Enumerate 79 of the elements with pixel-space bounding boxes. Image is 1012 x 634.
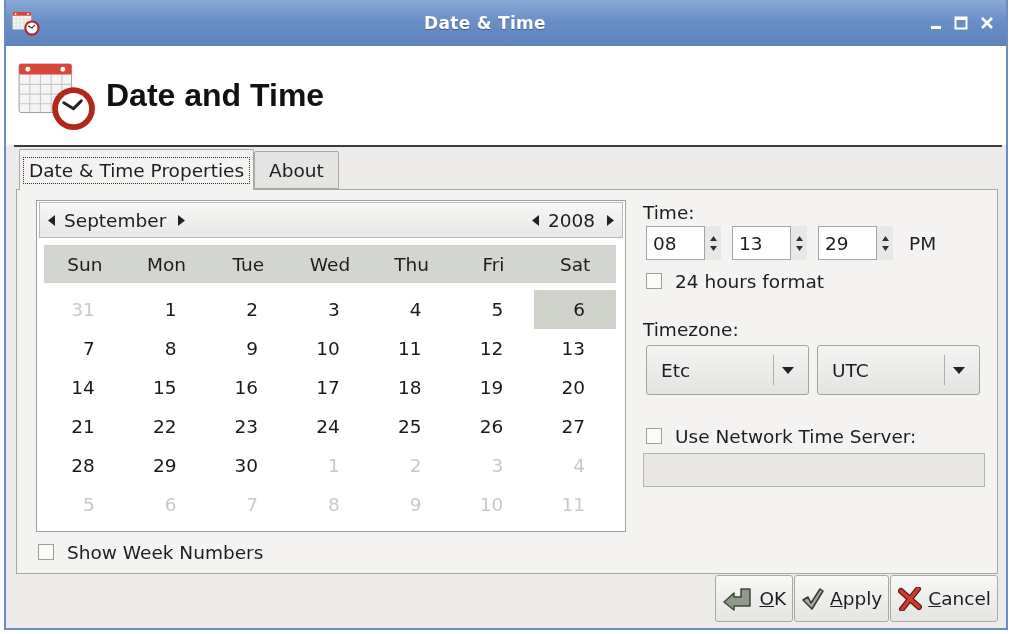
calendar-day[interactable]: 11 [370, 329, 453, 368]
dropdown-arrow-icon [782, 366, 794, 374]
left-arrow-icon[interactable] [48, 214, 55, 226]
calendar-day[interactable]: 5 [452, 290, 535, 329]
weekday-label: Sat [559, 253, 591, 275]
close-icon[interactable] [980, 16, 994, 30]
calendar-day[interactable]: 25 [370, 407, 453, 446]
up-down-arrows-icon [881, 234, 889, 252]
maximize-icon[interactable] [954, 16, 968, 30]
checkbox-label[interactable]: Show Week Numbers [67, 541, 264, 563]
calendar-day[interactable]: 24 [289, 407, 371, 446]
checkbox[interactable] [38, 544, 54, 560]
dropdown[interactable]: Etc [646, 345, 809, 395]
calendar-day[interactable]: 20 [534, 368, 616, 407]
calendar-day[interactable]: 4 [370, 290, 453, 329]
dropdown[interactable]: UTC [817, 345, 980, 395]
calendar-day[interactable]: 16 [207, 368, 290, 407]
calendar-day[interactable]: 7 [44, 329, 126, 368]
spin-field[interactable]: 08 [646, 226, 705, 260]
dialog-button[interactable]: Apply [794, 575, 890, 622]
calendar-day[interactable]: 12 [452, 329, 535, 368]
bent-arrow-icon [723, 586, 754, 611]
tab[interactable]: Date & Time Properties [19, 149, 255, 190]
tab[interactable]: About [254, 151, 339, 189]
window-title: Date & Time [424, 13, 546, 33]
calendar-day[interactable]: 22 [125, 407, 208, 446]
timezone-label: Timezone: [643, 319, 739, 341]
calendar-day[interactable]: 21 [44, 407, 126, 446]
calendar-day[interactable]: 2 [207, 290, 290, 329]
checkbox-label[interactable]: Use Network Time Server: [675, 425, 917, 447]
calendar-day[interactable]: 14 [44, 368, 126, 407]
calendar-clock-icon [12, 10, 40, 36]
calendar-day[interactable]: 13 [534, 329, 616, 368]
left-arrow-icon[interactable] [531, 214, 539, 226]
calendar-day[interactable]: 17 [289, 368, 371, 407]
up-down-arrows-icon [709, 234, 717, 252]
calendar-day[interactable]: 27 [534, 407, 616, 446]
up-down-arrows-icon [795, 234, 803, 252]
weekday-label: Mon [147, 253, 187, 275]
calendar-day[interactable]: 30 [207, 446, 290, 485]
calendar-day[interactable]: 29 [125, 446, 208, 485]
calendar-day[interactable]: 19 [452, 368, 535, 407]
right-arrow-icon[interactable] [607, 214, 614, 226]
calendar-clock-icon [18, 60, 96, 131]
dialog-button[interactable]: Cancel [890, 575, 998, 622]
header-title: Date and Time [106, 77, 325, 114]
calendar-day[interactable]: 3 [289, 290, 371, 329]
spin-field[interactable]: 29 [818, 226, 877, 260]
weekday-label: Wed [309, 253, 351, 275]
calendar-day[interactable]: 18 [370, 368, 453, 407]
dropdown-arrow-icon [953, 366, 965, 374]
calendar-day[interactable]: 26 [452, 407, 535, 446]
calendar-day[interactable]: 9 [207, 329, 290, 368]
cross-icon [898, 586, 923, 611]
weekday-label: Thu [394, 253, 430, 275]
spin-field[interactable]: 13 [732, 226, 791, 260]
dialog-button[interactable]: OK [715, 575, 794, 622]
spin-button[interactable] [877, 226, 893, 260]
calendar-day[interactable]: 10 [289, 329, 371, 368]
weekday-label: Sun [67, 253, 103, 275]
year-label: 2008 [547, 209, 595, 231]
checkmark-icon [802, 587, 825, 610]
right-arrow-icon[interactable] [178, 214, 186, 226]
calendar-day[interactable]: 1 [125, 290, 208, 329]
checkbox[interactable] [646, 428, 662, 444]
calendar-day[interactable]: 8 [125, 329, 208, 368]
spin-button[interactable] [705, 226, 721, 260]
calendar-day[interactable]: 6 [534, 290, 616, 329]
meridiem-label: PM [909, 232, 937, 254]
checkbox-label[interactable]: 24 hours format [675, 270, 825, 292]
calendar-day[interactable]: 28 [44, 446, 126, 485]
month-label: September [64, 209, 167, 231]
weekday-label: Fri [482, 253, 505, 275]
calendar-day[interactable]: 23 [207, 407, 290, 446]
calendar-day[interactable]: 15 [125, 368, 208, 407]
checkbox[interactable] [646, 273, 662, 289]
spin-button[interactable] [791, 226, 807, 260]
weekday-label: Tue [232, 253, 265, 275]
time-label: Time: [643, 202, 695, 224]
